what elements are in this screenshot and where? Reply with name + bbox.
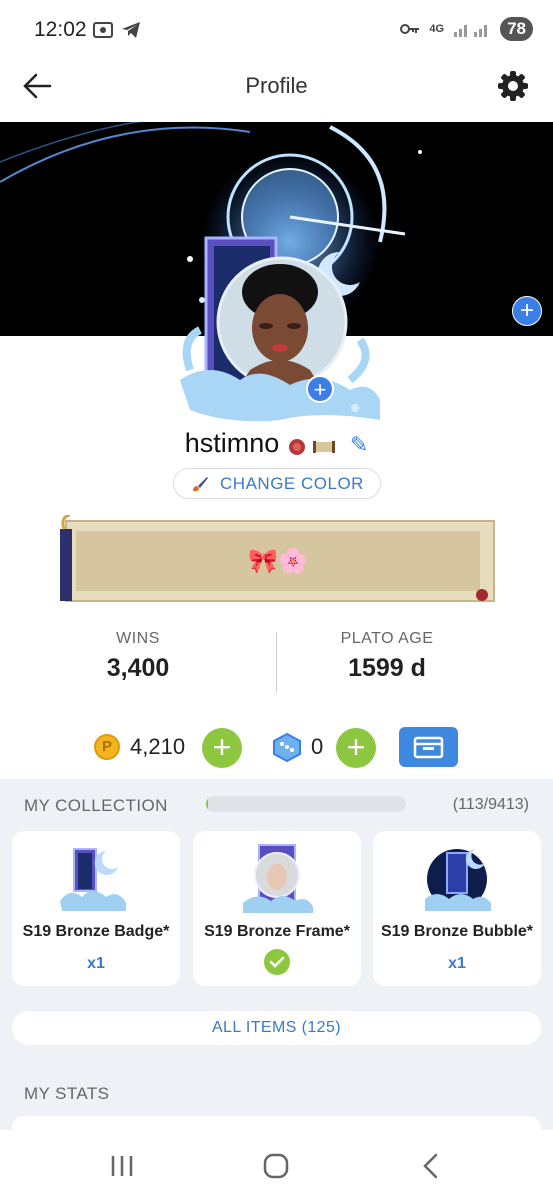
item-qty: x1 bbox=[87, 955, 105, 972]
all-items-button[interactable]: ALL ITEMS (125) bbox=[12, 1011, 541, 1045]
collection-count: (113/9413) bbox=[452, 796, 529, 813]
telegram-icon bbox=[122, 22, 140, 38]
app-bar: Profile bbox=[0, 60, 553, 122]
avatar-frame[interactable] bbox=[180, 230, 380, 430]
gem-balance: 0 bbox=[311, 734, 324, 759]
home-icon[interactable] bbox=[256, 1152, 296, 1180]
add-gems-button[interactable]: + bbox=[336, 728, 376, 768]
coin-icon: P bbox=[94, 734, 120, 760]
item-name: S19 Bronze Bubble* bbox=[380, 923, 534, 940]
recent-apps-icon[interactable] bbox=[102, 1152, 142, 1180]
collection-progress bbox=[206, 796, 406, 812]
add-avatar-button[interactable]: + bbox=[306, 375, 334, 403]
status-bar: 12:02 4G 78 bbox=[0, 0, 553, 60]
add-coins-button[interactable]: + bbox=[202, 728, 242, 768]
page-title: Profile bbox=[245, 73, 308, 98]
collection-item-frame[interactable]: S19 Bronze Frame* bbox=[193, 831, 361, 986]
vpn-key-icon bbox=[400, 24, 420, 34]
bio-scroll[interactable]: 🎀🌸 bbox=[58, 513, 498, 607]
system-nav-bar bbox=[0, 1130, 553, 1200]
add-banner-button[interactable]: + bbox=[512, 296, 542, 326]
age-value: 1599 d bbox=[348, 654, 426, 682]
collection-item-bubble[interactable]: S19 Bronze Bubble* x1 bbox=[373, 831, 541, 986]
change-color-label: CHANGE COLOR bbox=[220, 473, 364, 493]
wins-stat: WINS 3,400 bbox=[28, 630, 248, 683]
profile-stats: WINS 3,400 PLATO AGE 1599 d bbox=[0, 630, 553, 692]
rose-badge-icon bbox=[288, 438, 305, 455]
badge-image bbox=[60, 848, 126, 911]
currency-row: P 4,210 + 0 + bbox=[0, 725, 553, 769]
item-name: S19 Bronze Badge* bbox=[22, 923, 170, 940]
status-time: 12:02 bbox=[34, 18, 87, 41]
gem-dice-icon bbox=[273, 732, 301, 762]
wallet-button[interactable] bbox=[399, 727, 458, 767]
username-row: hstimno ✎ bbox=[0, 428, 553, 459]
name-badges bbox=[287, 435, 342, 457]
wins-label: WINS bbox=[116, 630, 160, 647]
scroll-badge-icon bbox=[313, 440, 336, 453]
coin-balance: 4,210 bbox=[130, 734, 186, 759]
network-type: 4G bbox=[429, 23, 445, 35]
back-nav-icon[interactable] bbox=[412, 1152, 452, 1180]
age-stat: PLATO AGE 1599 d bbox=[277, 630, 497, 683]
edit-name-icon[interactable]: ✎ bbox=[350, 432, 368, 457]
paintbrush-icon bbox=[193, 476, 209, 491]
bubble-image bbox=[425, 849, 491, 911]
my-stats-title: MY STATS bbox=[24, 1084, 110, 1103]
collection-item-badge[interactable]: S19 Bronze Badge* x1 bbox=[12, 831, 180, 986]
collection-title: MY COLLECTION bbox=[24, 796, 168, 815]
item-qty: x1 bbox=[448, 955, 466, 972]
item-name: S19 Bronze Frame* bbox=[204, 923, 350, 940]
signal-icon bbox=[454, 25, 488, 37]
avatar bbox=[180, 236, 380, 422]
gear-icon[interactable] bbox=[495, 68, 531, 104]
wins-value: 3,400 bbox=[106, 654, 170, 682]
equipped-check-icon bbox=[264, 949, 290, 975]
age-label: PLATO AGE bbox=[340, 630, 434, 647]
frame-image bbox=[243, 844, 313, 913]
battery-icon: 78 bbox=[500, 17, 533, 41]
wallet-icon bbox=[413, 736, 444, 759]
bio-text: 🎀🌸 bbox=[248, 548, 308, 575]
screen-record-icon bbox=[93, 22, 113, 38]
change-color-button[interactable]: CHANGE COLOR bbox=[173, 468, 381, 499]
username: hstimno bbox=[184, 428, 280, 458]
